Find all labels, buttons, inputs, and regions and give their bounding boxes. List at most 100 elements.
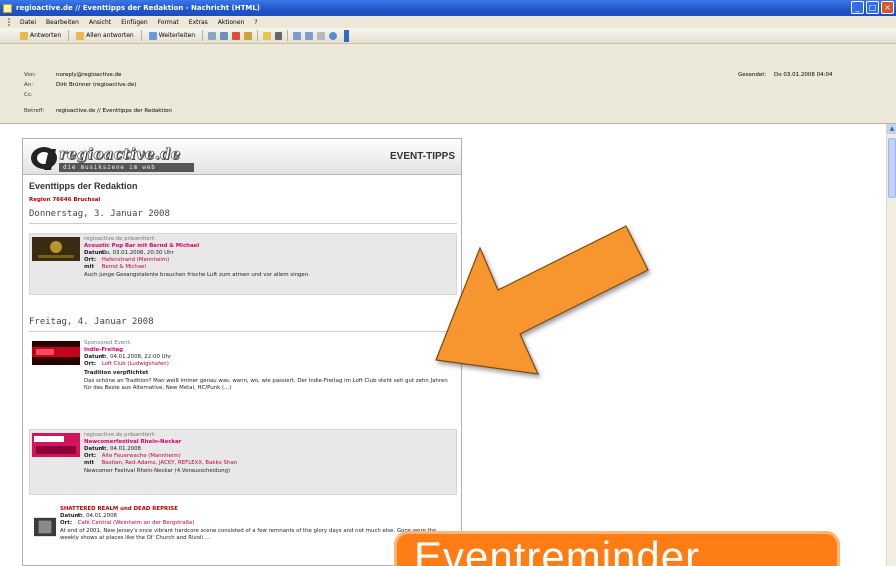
message-header: Von: noreply@regioactive.de An: Dirk Brü… (0, 44, 896, 124)
event-description: Auch junge Gesangstalente brauchen frisc… (84, 272, 310, 278)
menu-bearbeiten[interactable]: Bearbeiten (46, 19, 79, 26)
scroll-up-icon[interactable]: ▲ (887, 124, 896, 134)
title-bar: regioactive.de // Eventtipps der Redakti… (0, 0, 896, 16)
toolbar-separator (287, 30, 289, 41)
sent-row: Gesendet: Do 03.01.2008 04:04 (738, 72, 838, 78)
event-description: Newcomer Festival Rhein-Neckar (4.Voraus… (84, 468, 231, 474)
event-description: At end of 2001, New Jersey's once vibran… (60, 528, 437, 541)
caption-text: Eventreminder (414, 533, 701, 566)
date-value: Fr, 04.01.2008 (77, 513, 117, 519)
reply-all-icon (76, 31, 85, 40)
reply-icon (20, 31, 28, 40)
date-label: Datum: (84, 446, 107, 452)
event-title-link[interactable]: SHATTERED REALM und DEAD REPRISE (60, 506, 452, 513)
with-label: mit (84, 460, 95, 466)
next-item-icon[interactable] (305, 31, 314, 40)
move-to-folder-icon[interactable] (263, 31, 272, 40)
logo-wordmark[interactable]: regioactive.de (59, 145, 181, 164)
window-controls: _ □ × (851, 1, 894, 14)
forward-label: Weiterleiten (158, 32, 196, 39)
event-presenter: regioactive.de präsentiert: (84, 432, 156, 438)
date-label: Datum: (84, 250, 107, 256)
event-tipps-heading: EVENT-TIPPS (389, 151, 455, 162)
forward-button[interactable]: Weiterleiten (147, 31, 197, 41)
event-card[interactable]: Sponsored Event: Indie-Freitag Datum: Fr… (29, 337, 457, 419)
newsletter-title: Eventtipps der Redaktion (29, 181, 138, 191)
subject-row: Betreff: regioactive.de // Eventtipps de… (24, 108, 172, 114)
menu-datei[interactable]: Datei (20, 19, 36, 26)
regioactive-logo-icon (31, 147, 57, 170)
event-title-link[interactable]: Newcomerfestival Rhein-Neckar (84, 439, 452, 446)
event-card[interactable]: regioactive.de präsentiert: Acoustic Pop… (29, 233, 457, 295)
event-thumbnail-image[interactable] (32, 341, 80, 365)
scrollbar-thumb[interactable] (888, 138, 896, 198)
event-title-link[interactable]: Indie-Freitag (84, 347, 452, 354)
menu-format[interactable]: Format (158, 19, 179, 26)
menu-extras[interactable]: Extras (189, 19, 208, 26)
close-button[interactable]: × (881, 1, 894, 14)
subject-value: regioactive.de // Eventtipps der Redakti… (56, 108, 172, 114)
help-icon[interactable] (329, 31, 338, 40)
place-link[interactable]: Café Central (Weinheim an der Bergstraße… (78, 520, 195, 526)
forward-icon (148, 31, 157, 40)
sent-value: Do 03.01.2008 04:04 (774, 72, 833, 78)
from-label: Von: (24, 72, 37, 78)
flag-icon[interactable] (232, 31, 241, 40)
toolbar: Antworten Allen antworten Weiterleiten (0, 28, 896, 44)
event-thumbnail-image[interactable] (32, 433, 80, 457)
place-label: Ort: (84, 257, 96, 263)
place-link[interactable]: Alte Feuerwache (Mannheim) (102, 453, 181, 459)
artists-link[interactable]: Bernd & Michael (102, 264, 146, 270)
place-label: Ort: (60, 520, 72, 526)
toolbar-separator (140, 30, 142, 41)
event-tagline: Tradition verpflichtet (84, 370, 149, 376)
to-value[interactable]: Dirk Brünner (regioactive.de) (56, 82, 136, 88)
reply-all-label: Allen antworten (86, 32, 134, 39)
place-link[interactable]: Hafenstrand (Mannheim) (102, 257, 169, 263)
event-details: Sponsored Event: Indie-Freitag Datum: Fr… (84, 340, 452, 392)
artists-link[interactable]: Bastian, Red Adams, JACKY, REFLEXX, Bakk… (102, 460, 237, 466)
event-description: Das schöne an Tradition? Man weiß immer … (84, 378, 448, 391)
from-row: Von: noreply@regioactive.de (24, 72, 121, 78)
reply-label: Antworten (30, 32, 62, 39)
event-title-link[interactable]: Acoustic Pop Bar mit Bernd & Michael (84, 243, 452, 250)
previous-item-icon[interactable] (293, 31, 302, 40)
font-size-icon[interactable] (317, 31, 326, 40)
toolbar-separator (257, 30, 259, 41)
event-thumbnail-image[interactable] (34, 507, 56, 547)
place-link[interactable]: Loft Club (Ludwigshafen) (102, 361, 169, 367)
vertical-scrollbar[interactable]: ▲ (886, 124, 896, 566)
save-icon[interactable] (220, 31, 229, 40)
reply-all-button[interactable]: Allen antworten (74, 31, 136, 41)
day-heading: Freitag, 4. Januar 2008 (29, 317, 154, 327)
categories-icon[interactable] (244, 31, 253, 40)
with-label: mit (84, 264, 95, 270)
cc-label: Cc: (24, 92, 33, 98)
event-card[interactable]: SHATTERED REALM und DEAD REPRISE Datum: … (29, 503, 457, 565)
print-icon[interactable] (208, 31, 217, 40)
cc-row: Cc: (24, 92, 56, 98)
toolbar-end-marker (344, 29, 350, 42)
date-label: Datum: (60, 513, 83, 519)
date-value: Fr, 04.01.2008, 22:00 Uhr (101, 354, 172, 360)
reply-button[interactable]: Antworten (18, 31, 63, 41)
event-details: regioactive.de präsentiert: Newcomerfest… (84, 432, 452, 475)
menu-einfuegen[interactable]: Einfügen (121, 19, 147, 26)
date-label: Datum: (84, 354, 107, 360)
subject-label: Betreff: (24, 108, 45, 114)
menubar-grip-icon[interactable] (8, 18, 11, 26)
outlook-message-window: regioactive.de // Eventtipps der Redakti… (0, 0, 896, 566)
event-thumbnail-image[interactable] (32, 237, 80, 261)
menu-ansicht[interactable]: Ansicht (89, 19, 111, 26)
day-heading: Donnerstag, 3. Januar 2008 (29, 209, 170, 219)
place-label: Ort: (84, 453, 96, 459)
from-value[interactable]: noreply@regioactive.de (56, 72, 121, 78)
minimize-button[interactable]: _ (851, 1, 864, 14)
toolbar-separator (202, 30, 204, 41)
menu-help[interactable]: ? (254, 19, 257, 26)
maximize-button[interactable]: □ (866, 1, 879, 14)
event-card[interactable]: regioactive.de präsentiert: Newcomerfest… (29, 429, 457, 495)
menu-aktionen[interactable]: Aktionen (218, 19, 245, 26)
delete-icon[interactable] (275, 31, 283, 40)
event-details: regioactive.de präsentiert: Acoustic Pop… (84, 236, 452, 279)
